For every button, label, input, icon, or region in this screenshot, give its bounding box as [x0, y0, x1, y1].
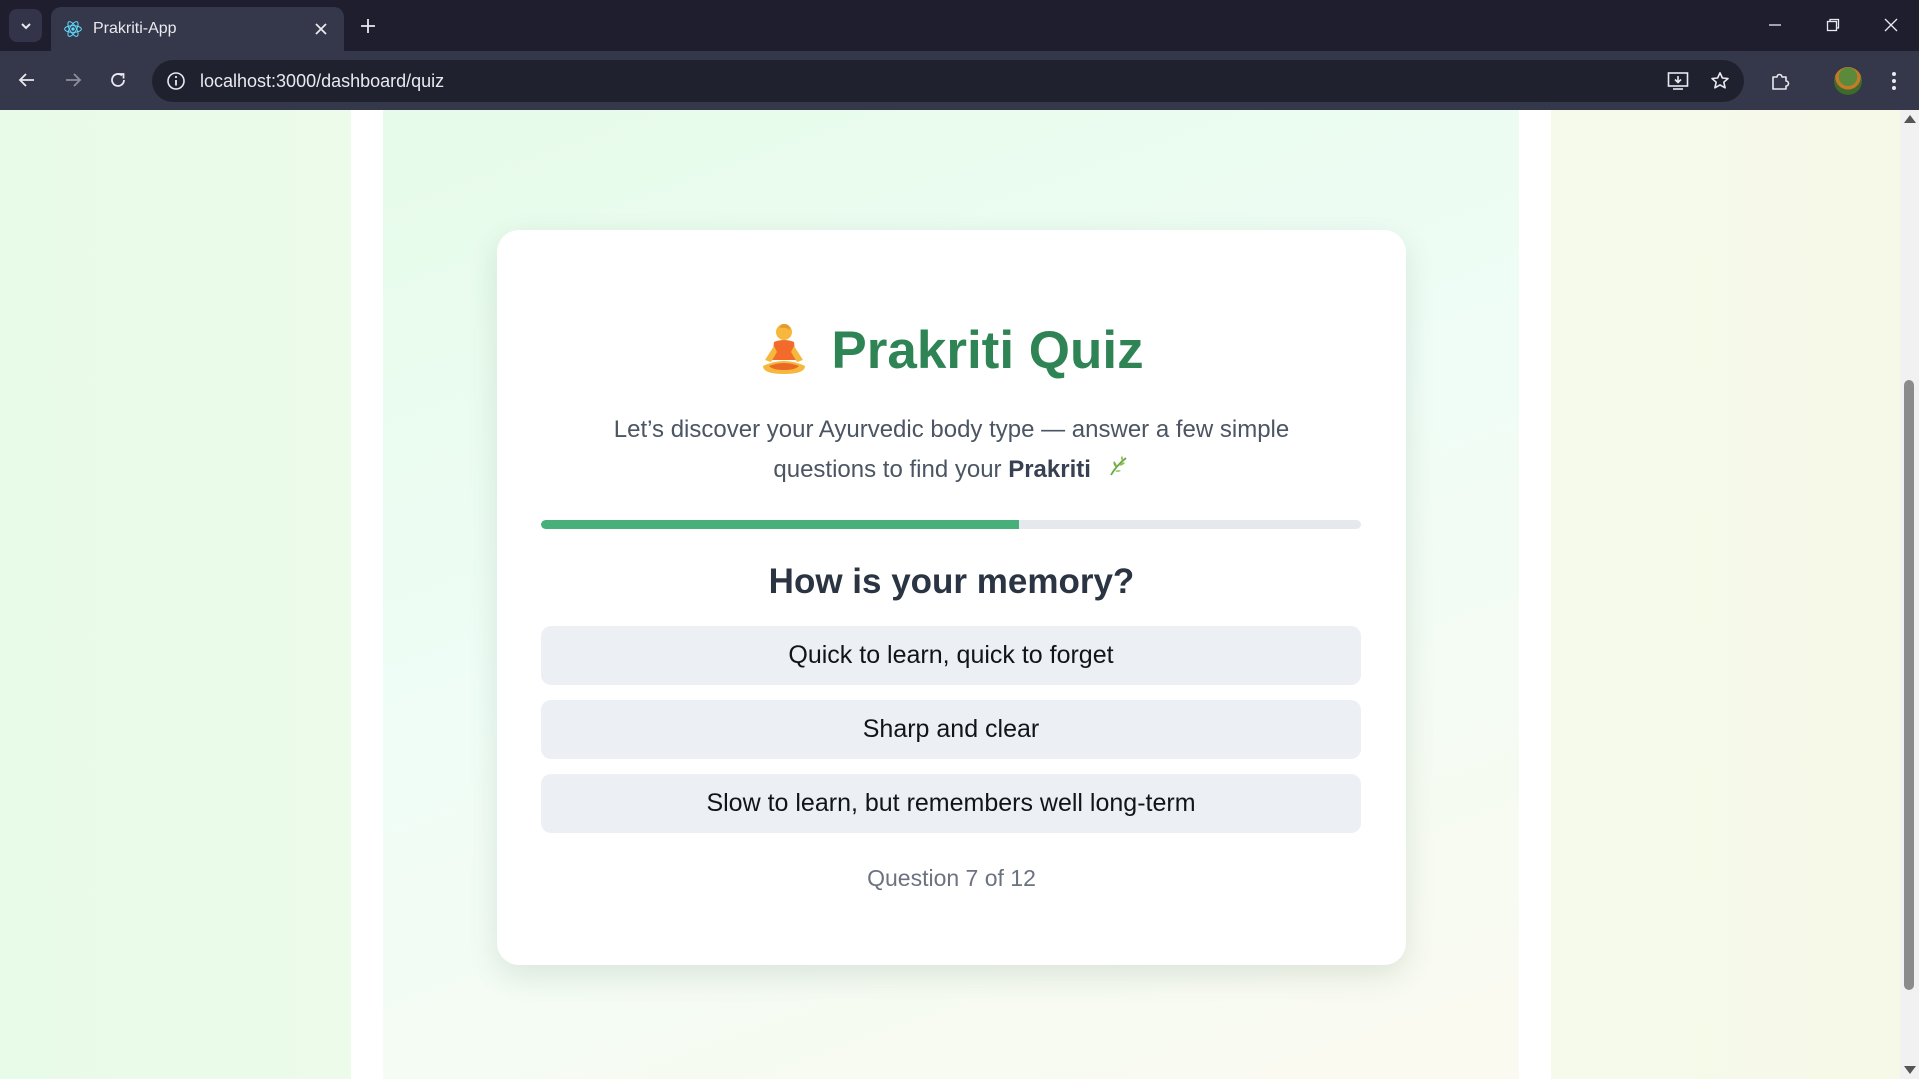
question-text: How is your memory?	[768, 562, 1135, 601]
browser-tab[interactable]: Prakriti-App	[51, 7, 344, 51]
chevron-down-icon[interactable]	[9, 9, 42, 42]
quiz-card: Prakriti Quiz Let’s discover your Ayurve…	[497, 230, 1406, 965]
info-icon[interactable]	[164, 69, 188, 93]
quiz-title: Prakriti Quiz	[831, 320, 1144, 380]
scroll-down-icon[interactable]	[1904, 1066, 1916, 1074]
quiz-title-row: Prakriti Quiz	[497, 320, 1406, 380]
plus-icon[interactable]	[352, 10, 384, 42]
react-logo-icon	[63, 19, 83, 39]
scroll-up-icon[interactable]	[1904, 115, 1916, 123]
profile-avatar[interactable]	[1834, 67, 1862, 95]
minimize-icon[interactable]	[1752, 6, 1798, 44]
question-counter: Question 7 of 12	[867, 865, 1036, 891]
browser-tab-bar: Prakriti-App	[0, 0, 1919, 51]
reload-icon[interactable]	[100, 62, 136, 98]
puzzle-icon[interactable]	[1762, 63, 1798, 99]
tab-title: Prakriti-App	[93, 20, 177, 37]
progress-bar	[541, 520, 1361, 529]
back-arrow-icon[interactable]	[9, 62, 45, 98]
page-viewport: Prakriti Quiz Let’s discover your Ayurve…	[0, 110, 1900, 1079]
browser-toolbar: localhost:3000/dashboard/quiz	[0, 51, 1919, 110]
subtitle-bold-term: Prakriti	[1008, 456, 1091, 483]
url-text[interactable]: localhost:3000/dashboard/quiz	[200, 71, 1660, 92]
option-button[interactable]: Sharp and clear	[541, 700, 1361, 759]
scrollbar[interactable]	[1900, 110, 1919, 1079]
option-button[interactable]: Slow to learn, but remembers well long-t…	[541, 774, 1361, 833]
close-window-icon[interactable]	[1868, 6, 1914, 44]
install-app-icon[interactable]	[1660, 63, 1696, 99]
subtitle-text: Let’s discover your Ayurvedic body type …	[613, 416, 1290, 483]
meditating-person-icon	[759, 322, 809, 378]
progress-fill	[541, 520, 1020, 529]
herb-leaf-icon	[1106, 451, 1130, 491]
quiz-subtitle: Let’s discover your Ayurvedic body type …	[577, 410, 1326, 491]
kebab-menu-icon[interactable]	[1876, 63, 1912, 99]
close-icon[interactable]	[308, 16, 334, 42]
scroll-thumb[interactable]	[1904, 380, 1914, 990]
forward-arrow-icon[interactable]	[55, 62, 91, 98]
option-button[interactable]: Quick to learn, quick to forget	[541, 626, 1361, 685]
restore-icon[interactable]	[1810, 6, 1856, 44]
address-bar[interactable]: localhost:3000/dashboard/quiz	[152, 60, 1744, 102]
star-icon[interactable]	[1702, 63, 1738, 99]
